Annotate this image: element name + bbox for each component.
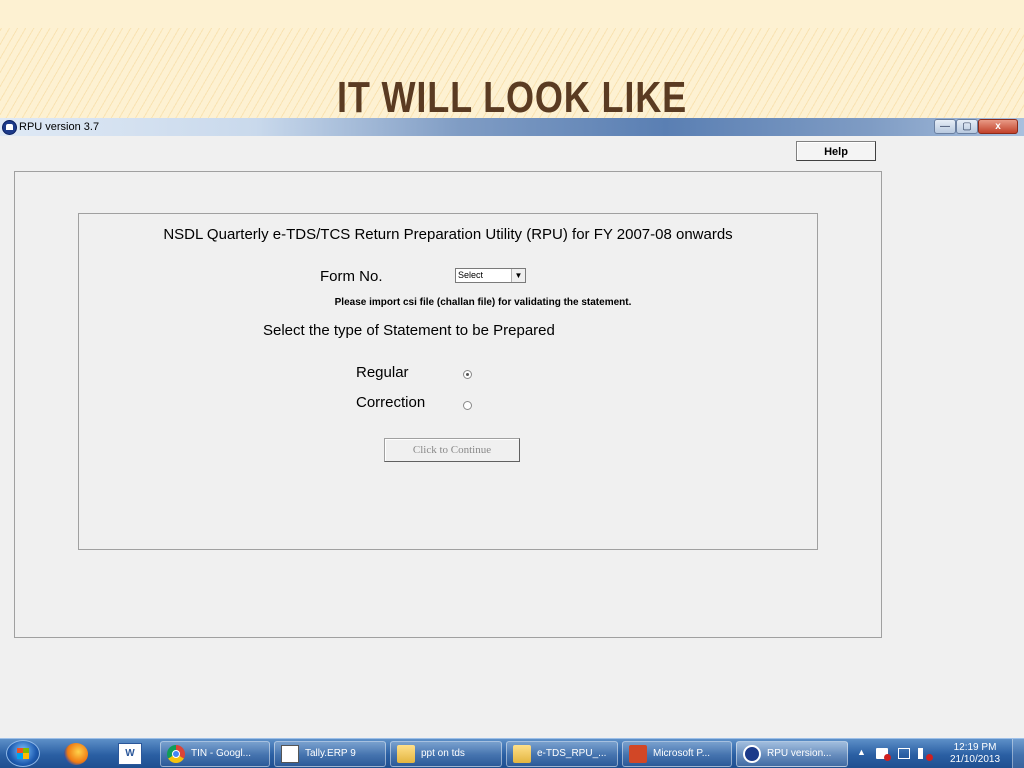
rpu-app-icon <box>2 120 17 135</box>
regular-radio[interactable] <box>463 370 472 379</box>
folder-icon <box>397 745 415 763</box>
taskbar: W TIN - Googl... Tally.ERP 9 ppt on tds … <box>0 738 1024 768</box>
taskbar-item-ppt-on-tds[interactable]: ppt on tds <box>390 741 502 767</box>
firefox-icon[interactable] <box>64 743 88 765</box>
slide-title: IT WILL LOOK LIKE <box>336 73 687 122</box>
tray-expand-icon[interactable]: ▲ <box>857 747 866 757</box>
window-title: RPU version 3.7 <box>19 121 100 133</box>
form-no-selected-value: Select <box>458 270 484 280</box>
folder-icon <box>513 745 531 763</box>
form-no-label: Form No. <box>320 268 383 285</box>
network-icon[interactable] <box>898 748 910 759</box>
utility-heading: NSDL Quarterly e-TDS/TCS Return Preparat… <box>163 226 733 243</box>
minimize-button[interactable]: — <box>934 119 956 134</box>
form-no-select[interactable]: Select ▼ <box>455 268 526 283</box>
taskbar-item-tally[interactable]: Tally.ERP 9 <box>274 741 386 767</box>
rpu-icon <box>743 745 761 763</box>
system-clock[interactable]: 12:19 PM 21/10/2013 <box>942 742 1008 766</box>
clock-time: 12:19 PM <box>953 742 997 753</box>
correction-label: Correction <box>356 394 426 411</box>
continue-button[interactable]: Click to Continue <box>384 438 520 462</box>
statement-type-prompt: Select the type of Statement to be Prepa… <box>263 322 555 339</box>
clock-date: 21/10/2013 <box>949 754 1001 765</box>
taskbar-item-rpu[interactable]: RPU version... <box>736 741 848 767</box>
help-button[interactable]: Help <box>796 141 876 161</box>
restore-button[interactable]: ▢ <box>956 119 978 134</box>
powerpoint-icon <box>629 745 647 763</box>
word-icon[interactable]: W <box>118 743 142 765</box>
correction-radio[interactable] <box>463 401 472 410</box>
volume-muted-icon[interactable] <box>918 748 933 761</box>
taskbar-item-etds-rpu[interactable]: e-TDS_RPU_... <box>506 741 618 767</box>
inner-panel <box>78 213 818 550</box>
taskbar-item-chrome[interactable]: TIN - Googl... <box>160 741 270 767</box>
regular-label: Regular <box>356 364 409 381</box>
close-button[interactable]: x <box>978 119 1018 134</box>
action-center-flag-icon[interactable] <box>876 748 891 761</box>
chrome-icon <box>167 745 185 763</box>
chevron-down-icon[interactable]: ▼ <box>511 269 525 282</box>
start-button[interactable] <box>6 740 40 767</box>
import-note: Please import csi file (challan file) fo… <box>334 297 632 308</box>
windows-logo-icon <box>17 748 29 759</box>
window-controls: — ▢ x <box>934 119 1018 134</box>
tally-icon <box>281 745 299 763</box>
show-desktop-button[interactable] <box>1012 739 1024 768</box>
taskbar-item-powerpoint[interactable]: Microsoft P... <box>622 741 732 767</box>
